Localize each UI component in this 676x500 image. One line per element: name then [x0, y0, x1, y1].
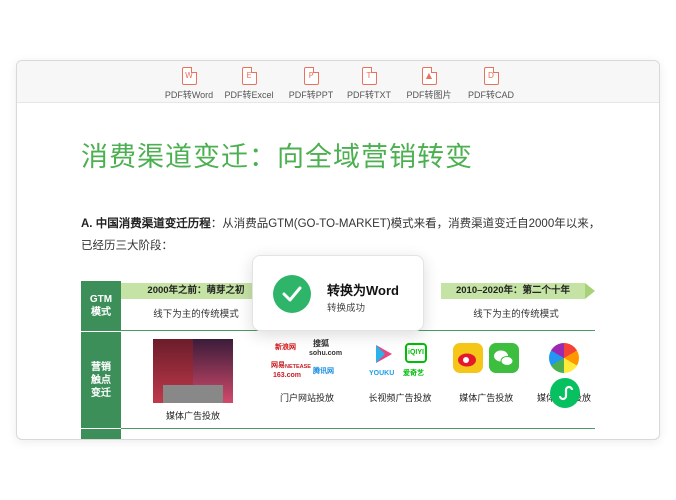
row-header-touchpoints: 营销 触点 变迁: [81, 332, 121, 428]
touchpoint-cell-portal: 新浪网 搜狐 sohu.com 网易 NETEASE 163.com 腾讯网 门…: [269, 339, 345, 404]
paragraph-lead: A. 中国消费渠道变迁历程: [81, 218, 211, 230]
cell-label: 媒体广告投放: [459, 393, 514, 403]
iqiyi-logo: iQIYI: [405, 343, 427, 363]
stage-1-mode: 线下为主的传统模式: [153, 309, 239, 320]
portal-logos: 新浪网 搜狐 sohu.com 网易 NETEASE 163.com 腾讯网: [269, 339, 345, 385]
excel-file-icon: E: [241, 66, 257, 85]
video-logos: YOUKU iQIYI 爱奇艺: [367, 339, 433, 385]
social-logos: [453, 339, 520, 385]
cell-label: 门户网站投放: [279, 393, 334, 403]
weibo-icon: [453, 343, 483, 373]
row-header-next: [81, 429, 121, 439]
pdf-to-excel-button[interactable]: E PDF转Excel: [219, 66, 279, 101]
pdf-to-ppt-button[interactable]: P PDF转PPT: [281, 66, 341, 101]
conversion-toolbar: W PDF转Word E PDF转Excel P PDF转PPT T PDF转T…: [17, 61, 659, 103]
pdf-to-word-button[interactable]: W PDF转Word: [159, 66, 219, 101]
cell-label: 媒体广告投放: [165, 411, 220, 421]
sohu-logo: 搜狐: [313, 339, 329, 348]
netease-logo: 网易: [271, 362, 285, 369]
tool-label: PDF转TXT: [347, 90, 391, 100]
page-title: 消费渠道变迁：向全域营销转变: [81, 142, 473, 173]
tool-label: PDF转Excel: [224, 90, 274, 100]
band-arrow-icon: [585, 283, 595, 299]
tool-label: PDF转PPT: [288, 90, 334, 100]
stage-band-1: 2000年之前：萌芽之初: [121, 283, 271, 299]
success-check-icon: [273, 275, 311, 313]
touchpoint-cell-social: 媒体广告投放: [453, 339, 520, 404]
youku-play-icon: [376, 345, 392, 363]
row-header-gtm: GTM 模式: [81, 281, 121, 331]
ppt-file-icon: P: [303, 66, 319, 85]
toast-subtitle: 转换成功: [327, 303, 366, 314]
stage-3-mode: 线下为主的传统模式: [473, 309, 559, 320]
tool-label: PDF转Word: [164, 90, 214, 100]
intro-paragraph: A. 中国消费渠道变迁历程：从消费品GTM(GO-TO-MARKET)模式来看，…: [81, 213, 601, 257]
touchpoint-cell-video: YOUKU iQIYI 爱奇艺 长视频广告投放: [367, 339, 433, 404]
advertising-photo: [153, 339, 233, 403]
iqiyi-name: 爱奇艺: [403, 370, 424, 377]
wechat-icon: [489, 343, 520, 373]
touchpoint-cell-tv: 媒体广告投放: [153, 339, 233, 422]
netease-domain: 163.com: [273, 372, 302, 379]
toast-title: 转换为Word: [327, 283, 399, 298]
conversion-success-toast: 转换为Word 转换成功: [252, 255, 424, 331]
pdf-to-cad-button[interactable]: D PDF转CAD: [461, 66, 521, 101]
tencent-logo: 腾讯网: [313, 368, 334, 375]
image-file-icon: ▲: [421, 66, 437, 85]
stage-band-3: 2010–2020年：第二个十年: [441, 283, 585, 299]
tool-label: PDF转CAD: [467, 90, 514, 100]
tool-label: PDF转图片: [406, 90, 452, 100]
word-file-icon: W: [181, 66, 197, 85]
row-divider: [121, 428, 595, 429]
photos-icon: [549, 343, 579, 373]
sina-logo: 新浪网: [275, 344, 296, 351]
pdf-to-image-button[interactable]: ▲ PDF转图片: [399, 66, 459, 101]
touchpoint-cell-miniapp: 媒体广告投放: [533, 339, 595, 408]
cad-file-icon: D: [483, 66, 499, 85]
txt-file-icon: T: [361, 66, 377, 85]
sohu-domain: sohu.com: [309, 350, 343, 357]
cell-label: 长视频广告投放: [368, 393, 432, 403]
pdf-converter-window: W PDF转Word E PDF转Excel P PDF转PPT T PDF转T…: [16, 60, 660, 440]
miniapp-logos: [533, 339, 595, 408]
youku-logo: YOUKU: [369, 370, 395, 377]
pdf-to-txt-button[interactable]: T PDF转TXT: [339, 66, 399, 101]
mini-program-icon: [550, 378, 580, 408]
